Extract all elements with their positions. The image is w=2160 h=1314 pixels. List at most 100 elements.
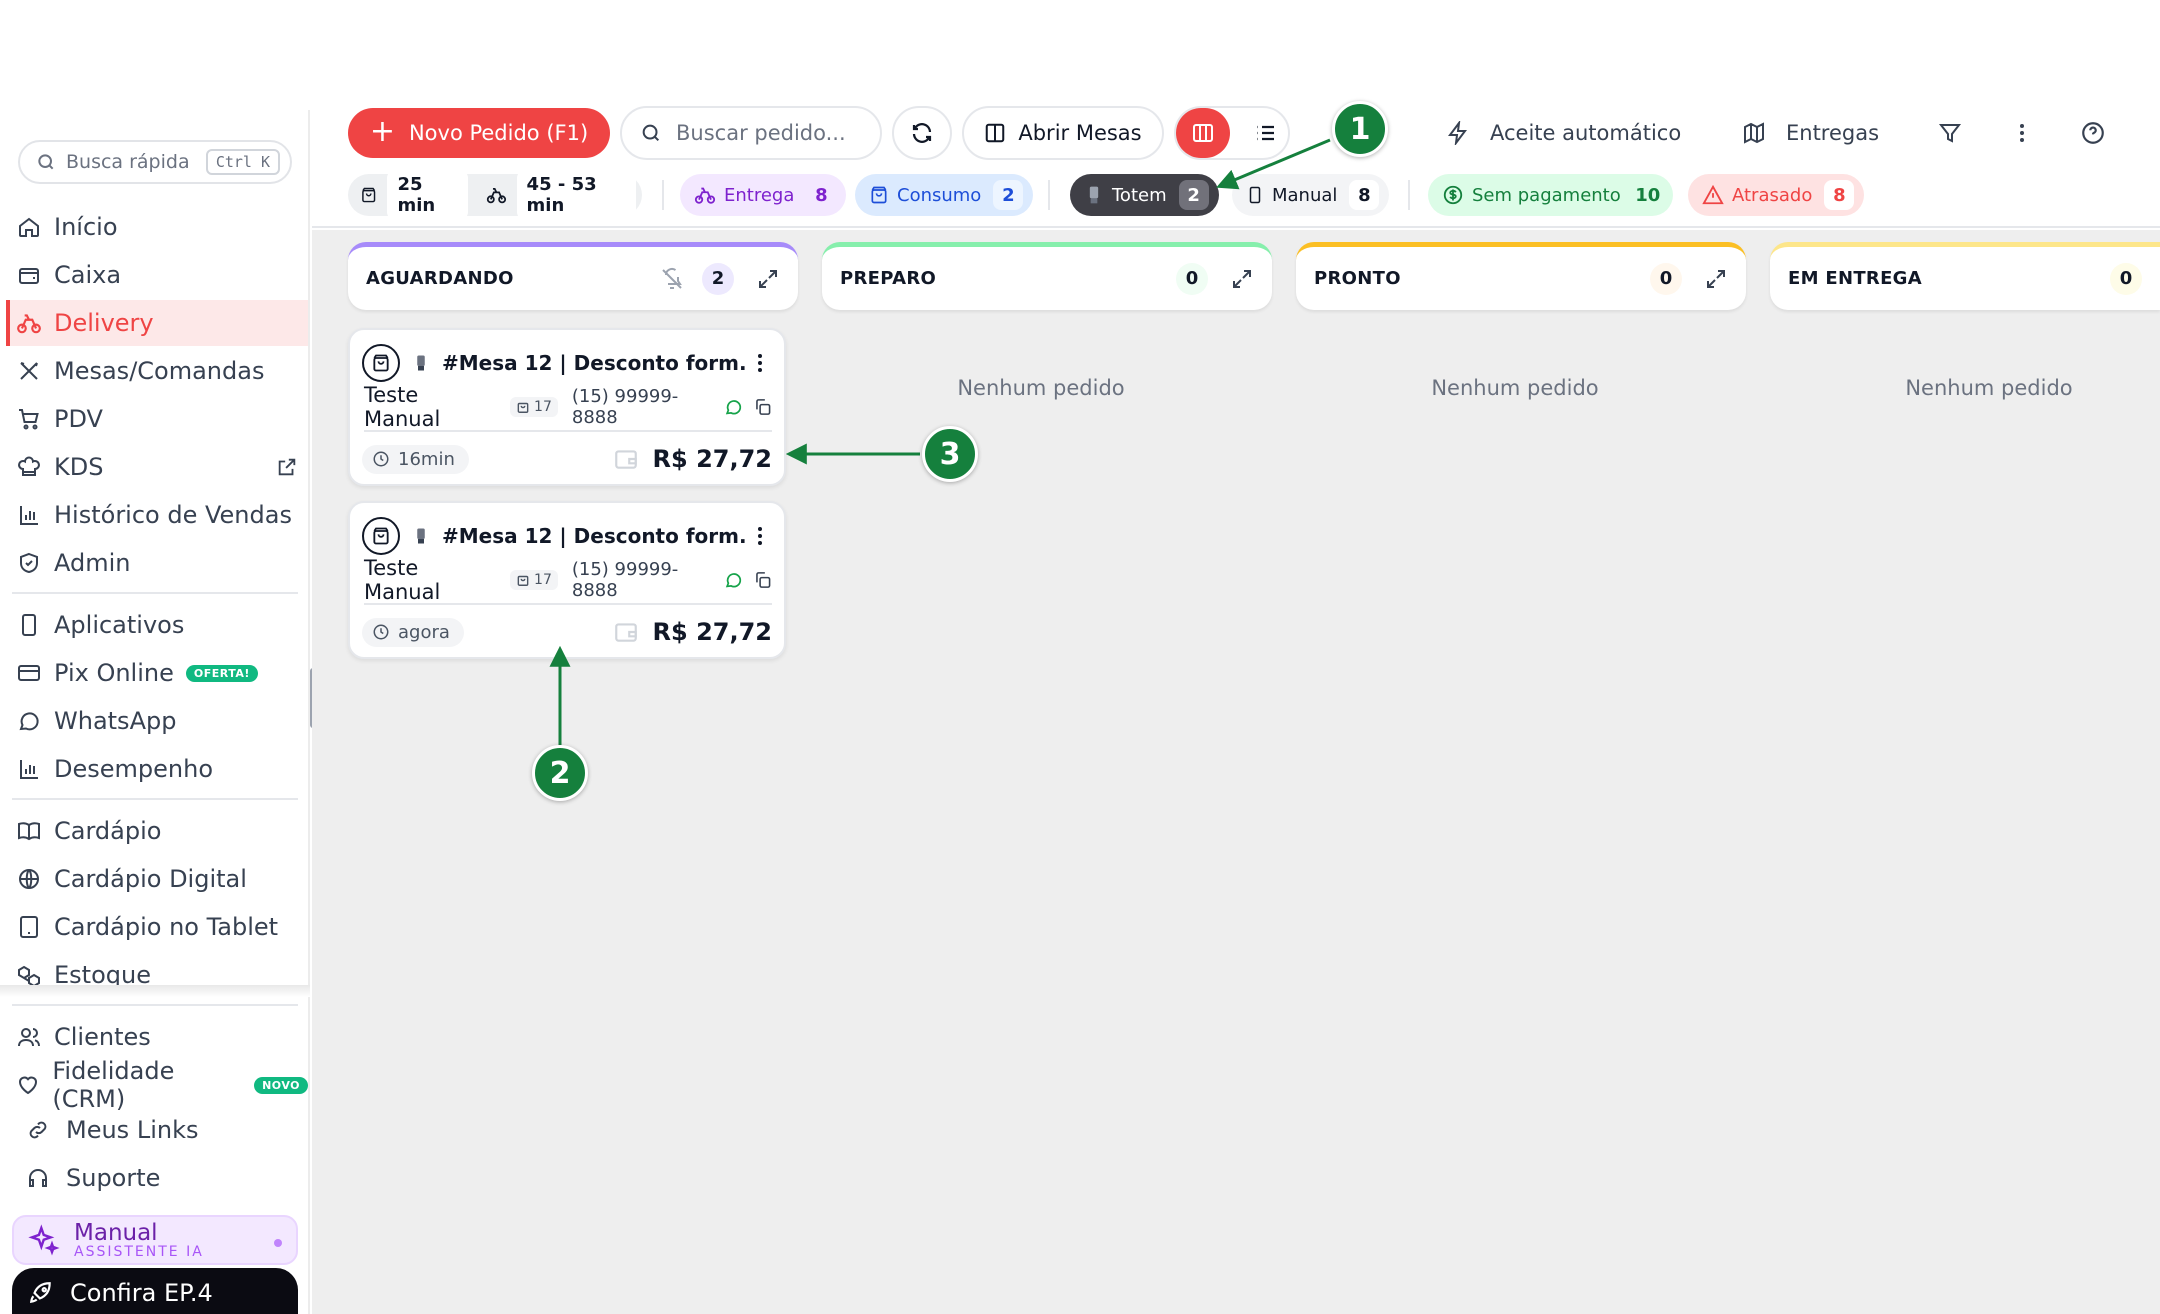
sidebar-item-label: Histórico de Vendas: [54, 501, 292, 529]
shield-icon: [20, 552, 38, 574]
assistant-subtitle: ASSISTENTE IA: [74, 1244, 204, 1260]
order-search-input[interactable]: Buscar pedido...: [620, 106, 882, 160]
utensils-icon: [20, 362, 38, 380]
heart-icon: [19, 1076, 38, 1095]
annotation-marker-3: 3: [922, 426, 978, 482]
sidebar-item-cardapio-tablet[interactable]: Cardápio no Tablet: [6, 904, 308, 950]
more-options-button[interactable]: [2010, 106, 2034, 160]
column-count: 0: [1650, 262, 1682, 295]
filter-chip-totem[interactable]: Totem 2: [1070, 174, 1219, 216]
more-vertical-icon[interactable]: [748, 351, 772, 375]
filter-chip-atrasado[interactable]: Atrasado 8: [1688, 174, 1865, 216]
chip-label: Sem pagamento: [1472, 184, 1621, 206]
users-icon: [18, 1028, 40, 1047]
list-view-button[interactable]: [1240, 108, 1290, 158]
quick-search-input[interactable]: Busca rápida Ctrl K: [18, 140, 292, 184]
plus-icon: +: [369, 114, 395, 149]
ai-assistant-button[interactable]: Manual ASSISTENTE IA: [12, 1215, 298, 1265]
order-card[interactable]: #Mesa 12 | Desconto form... Teste Manual…: [348, 501, 786, 659]
expand-icon[interactable]: [1704, 267, 1728, 291]
cart-icon: [19, 409, 39, 430]
sidebar-divider: [12, 1004, 298, 1006]
prep-time: 25 min: [387, 170, 468, 220]
sidebar-item-label: Cardápio Digital: [54, 865, 247, 893]
external-link-icon[interactable]: [276, 456, 298, 478]
deliveries-label: Entregas: [1786, 121, 1880, 145]
episode-banner-button[interactable]: Confira EP.4: [12, 1268, 298, 1314]
wallet-icon: [614, 450, 637, 469]
sidebar-item-clientes[interactable]: Clientes: [6, 1014, 308, 1060]
sidebar-item-cardapio[interactable]: Cardápio: [6, 808, 308, 854]
sidebar-item-label: WhatsApp: [54, 707, 177, 735]
help-icon: [2082, 122, 2104, 144]
filter-chip-entrega[interactable]: Entrega 8: [680, 174, 847, 216]
time-estimate-chip: 25 min 45 - 53 min: [348, 170, 642, 220]
keyboard-shortcut: Ctrl K: [205, 149, 280, 175]
sidebar-scroll-fade: [0, 985, 310, 997]
open-tables-button[interactable]: Abrir Mesas: [962, 106, 1164, 160]
help-button[interactable]: [2080, 106, 2106, 160]
column-count: 2: [702, 262, 734, 295]
sidebar-item-kds[interactable]: KDS: [6, 444, 308, 490]
chip-count: 8: [1824, 180, 1855, 210]
auto-accept-toggle[interactable]: Aceite automático: [1446, 106, 1681, 160]
sidebar-item-whatsapp[interactable]: WhatsApp: [6, 698, 308, 744]
bar-chart-icon: [20, 760, 38, 779]
customer-phone: (15) 99999-8888: [571, 386, 679, 428]
totem-icon: [417, 528, 425, 544]
filter-chip-consumo[interactable]: Consumo 2: [855, 174, 1034, 216]
sidebar-item-label: Meus Links: [66, 1116, 199, 1144]
chip-count: 2: [993, 180, 1024, 210]
sidebar-item-historico[interactable]: Histórico de Vendas: [6, 492, 308, 538]
sidebar-item-cardapio-digital[interactable]: Cardápio Digital: [6, 856, 308, 902]
boxes-icon: [18, 965, 40, 987]
copy-icon[interactable]: [753, 397, 772, 417]
copy-icon[interactable]: [753, 570, 772, 590]
wallet-icon: [614, 623, 637, 642]
sidebar-item-label: Caixa: [54, 261, 122, 289]
globe-icon: [19, 869, 39, 889]
search-icon: [642, 124, 660, 142]
sidebar-item-admin[interactable]: Admin: [6, 540, 308, 586]
sidebar-item-label: Fidelidade (CRM): [52, 1057, 175, 1113]
new-order-button[interactable]: + Novo Pedido (F1): [348, 108, 610, 158]
sidebar-item-suporte[interactable]: Suporte: [0, 1155, 310, 1201]
more-vertical-icon: [2020, 124, 2024, 142]
bag-icon: [373, 354, 389, 372]
sidebar-item-pdv[interactable]: PDV: [6, 396, 308, 442]
items-count-value: 17: [534, 572, 552, 588]
filter-chip-manual[interactable]: Manual 8: [1232, 174, 1390, 216]
book-icon: [18, 822, 40, 841]
expand-icon[interactable]: [1230, 267, 1254, 291]
refresh-button[interactable]: [892, 106, 952, 160]
card-divider: [364, 430, 772, 432]
sidebar-item-fidelidade[interactable]: Fidelidade (CRM) NOVO: [6, 1057, 308, 1113]
order-card[interactable]: #Mesa 12 | Desconto form... Teste Manual…: [348, 328, 786, 486]
filter-chip-sem-pagamento[interactable]: Sem pagamento 10: [1428, 174, 1673, 216]
whatsapp-icon[interactable]: [724, 397, 743, 417]
deliveries-button[interactable]: Entregas: [1742, 106, 1879, 160]
chip-label: Consumo: [897, 184, 982, 206]
sidebar-item-pix[interactable]: Pix Online OFERTA!: [6, 650, 308, 696]
empty-state-pronto: Nenhum pedido: [1431, 376, 1599, 400]
sidebar-item-mesas[interactable]: Mesas/Comandas: [6, 348, 308, 394]
kanban-view-button[interactable]: [1176, 108, 1230, 158]
sidebar-item-aplicativos[interactable]: Aplicativos: [6, 602, 308, 648]
kanban-icon: [1193, 124, 1213, 142]
sidebar-item-label: Clientes: [54, 1023, 151, 1051]
sidebar-item-label: Admin: [54, 549, 131, 577]
whatsapp-icon[interactable]: [724, 570, 743, 590]
chip-label: Atrasado: [1732, 184, 1813, 206]
expand-icon[interactable]: [756, 267, 780, 291]
more-vertical-icon[interactable]: [748, 524, 772, 548]
sidebar-item-meus-links[interactable]: Meus Links: [0, 1107, 310, 1153]
sidebar-item-desempenho[interactable]: Desempenho: [6, 746, 308, 792]
sidebar-item-delivery[interactable]: Delivery: [6, 300, 308, 346]
sidebar-item-inicio[interactable]: Início: [6, 204, 308, 250]
offer-badge: OFERTA!: [185, 664, 258, 682]
filter-button[interactable]: [1938, 106, 1962, 160]
totem-icon: [417, 355, 425, 371]
bell-off-icon[interactable]: [660, 267, 684, 291]
rocket-icon: [29, 1282, 51, 1303]
sidebar-item-caixa[interactable]: Caixa: [6, 252, 308, 298]
